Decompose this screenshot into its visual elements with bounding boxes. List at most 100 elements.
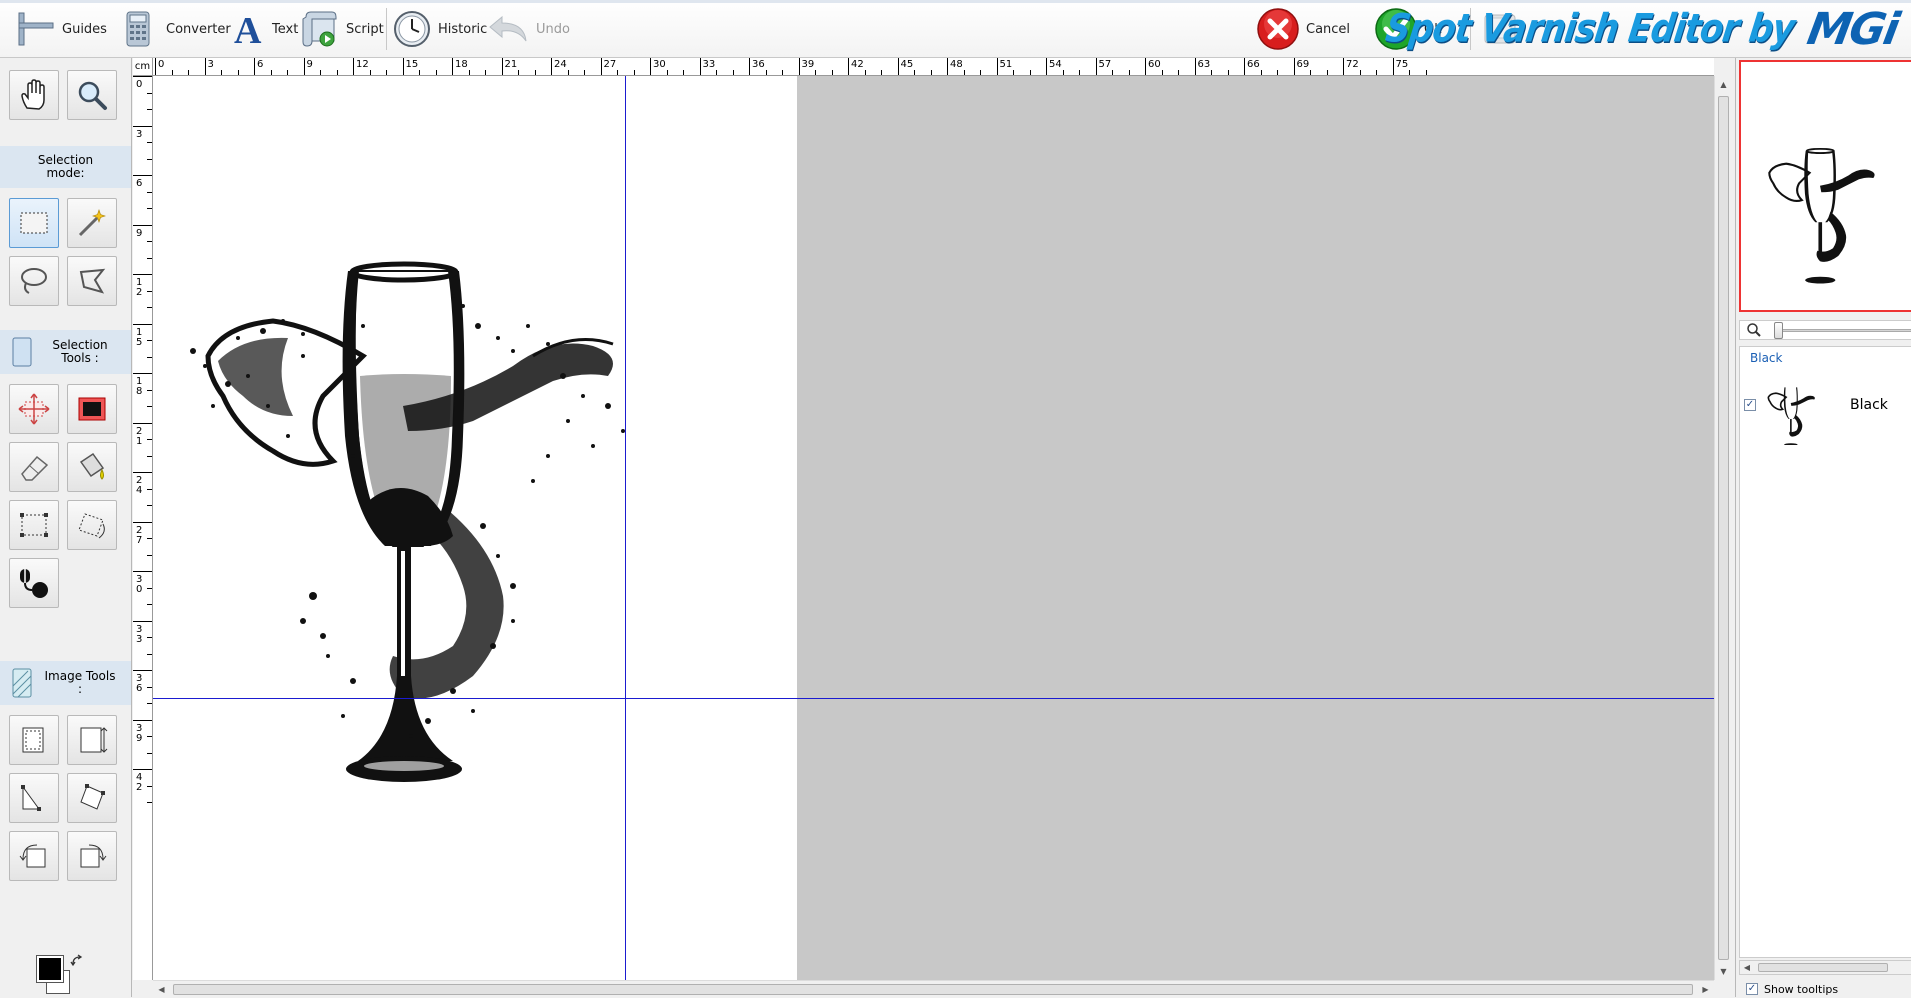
ruler-minor-tick [716, 70, 717, 75]
resize-icon [20, 513, 48, 537]
ruler-label: 33 [702, 59, 716, 70]
foreground-color-swatch[interactable] [36, 955, 64, 983]
pan-tool-button[interactable] [9, 70, 59, 120]
show-tooltips-option[interactable]: ✓ Show tooltips [1746, 980, 1838, 998]
canvas-vertical-scrollbar[interactable]: ▲ ▼ [1714, 76, 1731, 980]
historic-button[interactable]: Historic [392, 8, 487, 50]
vertical-scroll-thumb[interactable] [1718, 96, 1729, 960]
scroll-up-arrow[interactable]: ▲ [1715, 76, 1732, 93]
zoom-tool-button[interactable] [67, 70, 117, 120]
ruler-major-tick [133, 274, 152, 275]
navigator-preview[interactable] [1739, 60, 1911, 312]
document-page[interactable] [153, 76, 797, 980]
ruler-minor-tick [386, 70, 387, 75]
skew-image-button[interactable] [9, 773, 59, 823]
ruler-minor-tick [1277, 70, 1278, 75]
horizontal-scroll-thumb[interactable] [173, 984, 1693, 995]
scroll-down-arrow[interactable]: ▼ [1715, 963, 1732, 980]
undo-button[interactable]: Undo [488, 8, 570, 50]
layers-scroll-left-arrow[interactable]: ◀ [1740, 960, 1754, 974]
ruler-label: 15 [405, 59, 419, 70]
main-toolbar: Guides Converter A Text Script Historic … [0, 0, 1911, 58]
ruler-major-tick [848, 58, 849, 75]
guides-button[interactable]: Guides [16, 8, 107, 50]
ruler-major-tick [133, 719, 152, 721]
ruler-minor-tick [1227, 70, 1229, 75]
toolbar-separator [386, 8, 387, 50]
ruler-label: 60 [1148, 59, 1161, 70]
canvas-workspace[interactable] [153, 76, 1714, 980]
crop-image-button[interactable] [9, 715, 59, 765]
ruler-minor-tick [782, 70, 783, 75]
ruler-major-tick [1392, 58, 1394, 75]
ruler-label: 12 [356, 59, 369, 70]
ruler-label: 24 [554, 59, 567, 70]
scroll-right-arrow[interactable]: ▶ [1697, 981, 1714, 998]
selection-tools-icon [12, 337, 32, 367]
eraser-button[interactable] [9, 442, 59, 492]
canvas-horizontal-scrollbar[interactable]: ◀ ▶ [153, 980, 1714, 997]
converter-button[interactable]: Converter [124, 8, 231, 50]
layers-scroll-thumb[interactable] [1758, 963, 1888, 972]
ruler-minor-tick [1211, 70, 1212, 75]
zoom-slider-track[interactable] [1774, 329, 1911, 332]
converter-label: Converter [166, 21, 231, 37]
ruler-minor-tick [147, 637, 152, 638]
vertical-guide[interactable] [625, 76, 626, 980]
ruler-label: 66 [1247, 59, 1260, 70]
layer-visibility-checkbox[interactable]: ✓ [1744, 399, 1756, 411]
swap-colors-icon[interactable] [70, 954, 84, 968]
rectangle-select-button[interactable] [9, 198, 59, 248]
magnifier-icon [78, 81, 107, 110]
ruler-major-tick [133, 373, 152, 374]
ruler-label: 9 [306, 59, 313, 70]
ruler-minor-tick [147, 191, 152, 193]
ruler-minor-tick [815, 70, 816, 75]
cancel-button[interactable]: Cancel [1256, 8, 1350, 50]
magic-wand-button[interactable] [67, 198, 117, 248]
rotate-selection-button[interactable] [67, 500, 117, 550]
ruler-minor-tick [1013, 70, 1014, 75]
script-button[interactable]: Script [300, 8, 384, 50]
ruler-minor-tick [963, 70, 965, 75]
ruler-major-tick [155, 58, 156, 75]
polygon-select-button[interactable] [67, 256, 117, 306]
ruler-minor-tick [881, 70, 882, 75]
fill-selection-button[interactable] [67, 384, 117, 434]
ruler-minor-tick [1128, 70, 1130, 75]
ruler-minor-tick [147, 785, 152, 787]
move-selection-button[interactable] [9, 384, 59, 434]
layers-horizontal-scrollbar[interactable]: ◀ [1739, 960, 1911, 975]
spot-color-button[interactable] [9, 558, 59, 608]
ruler-minor-tick [147, 653, 152, 655]
ruler-major-tick [749, 58, 750, 75]
rotate-image-icon [80, 784, 105, 810]
layer-item[interactable]: ✓ Black [1740, 369, 1911, 447]
ruler-minor-tick [518, 70, 519, 75]
ruler-minor-tick [666, 70, 668, 75]
ruler-major-tick [699, 58, 701, 75]
zoom-slider-thumb[interactable] [1774, 322, 1783, 339]
ruler-label: 6 [136, 178, 143, 189]
rotate-left-button[interactable] [9, 831, 59, 881]
scroll-left-arrow[interactable]: ◀ [153, 981, 170, 998]
ruler-major-tick [402, 58, 404, 75]
ruler-label: 24 [136, 475, 143, 496]
resize-selection-button[interactable] [9, 500, 59, 550]
show-tooltips-checkbox[interactable]: ✓ [1746, 983, 1758, 995]
lasso-select-button[interactable] [9, 256, 59, 306]
rotate-image-button[interactable] [67, 773, 117, 823]
selection-tools-header: Selection Tools : [0, 330, 131, 374]
script-label: Script [346, 21, 384, 37]
ruler-major-tick [133, 175, 152, 176]
ruler-minor-tick [147, 604, 152, 605]
ruler-major-tick [1095, 58, 1097, 75]
ruler-minor-tick [147, 158, 152, 160]
paint-bucket-button[interactable] [67, 442, 117, 492]
image-tools-label: Image Tools : [44, 669, 116, 696]
horizontal-guide[interactable] [153, 698, 1714, 699]
hand-icon [21, 79, 45, 110]
rotate-right-button[interactable] [67, 831, 117, 881]
text-button[interactable]: A Text [232, 8, 298, 50]
resize-image-button[interactable] [67, 715, 117, 765]
